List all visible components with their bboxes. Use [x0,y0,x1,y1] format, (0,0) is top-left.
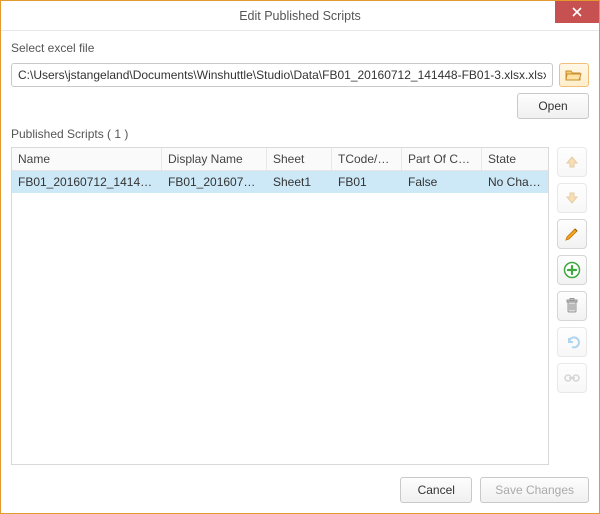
undo-icon [564,334,580,350]
col-display-name[interactable]: Display Name [162,148,267,170]
cell-part-of-chain: False [402,171,482,193]
pencil-icon [564,226,580,242]
close-button[interactable] [555,1,599,23]
cell-display-name: FB01_20160712_14... [162,171,267,193]
add-button[interactable] [557,255,587,285]
arrow-down-icon [564,190,580,206]
tool-strip [557,147,589,465]
link-icon [564,373,580,383]
select-file-label: Select excel file [11,41,589,55]
scripts-grid: Name Display Name Sheet TCode/Tables Par… [11,147,549,465]
col-name[interactable]: Name [12,148,162,170]
file-row [11,63,589,87]
col-part-of-chain[interactable]: Part Of Chain [402,148,482,170]
file-path-input[interactable] [11,63,553,87]
close-icon [572,7,582,17]
cell-state: No Change [482,171,549,193]
delete-button[interactable] [557,291,587,321]
content-row: Name Display Name Sheet TCode/Tables Par… [11,147,589,465]
grid-header: Name Display Name Sheet TCode/Tables Par… [12,148,548,171]
plus-icon [563,261,581,279]
cell-tcode: FB01 [332,171,402,193]
col-tcode[interactable]: TCode/Tables [332,148,402,170]
save-changes-button[interactable]: Save Changes [480,477,589,503]
link-button[interactable] [557,363,587,393]
open-row: Open [11,93,589,119]
move-down-button[interactable] [557,183,587,213]
cell-name: FB01_20160712_141448-FB0... [12,171,162,193]
window-title: Edit Published Scripts [1,9,599,23]
cancel-button[interactable]: Cancel [400,477,472,503]
cell-sheet: Sheet1 [267,171,332,193]
col-state[interactable]: State [482,148,549,170]
open-button[interactable]: Open [517,93,589,119]
move-up-button[interactable] [557,147,587,177]
browse-button[interactable] [559,63,589,87]
trash-icon [565,298,579,314]
dialog-footer: Cancel Save Changes [11,471,589,503]
undo-button[interactable] [557,327,587,357]
col-sheet[interactable]: Sheet [267,148,332,170]
dialog-body: Select excel file Open Published Scripts… [1,31,599,513]
folder-open-icon [565,68,583,82]
published-scripts-label: Published Scripts ( 1 ) [11,127,589,141]
edit-button[interactable] [557,219,587,249]
table-row[interactable]: FB01_20160712_141448-FB0... FB01_2016071… [12,171,548,193]
dialog-window: Edit Published Scripts Select excel file… [0,0,600,514]
title-bar: Edit Published Scripts [1,1,599,31]
arrow-up-icon [564,154,580,170]
